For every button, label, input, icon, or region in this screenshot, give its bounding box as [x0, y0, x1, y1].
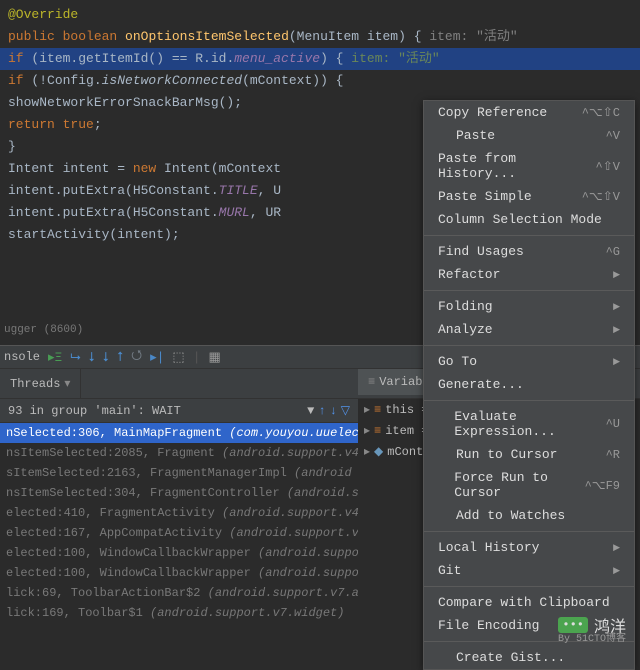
menu-item[interactable]: Generate...: [424, 373, 634, 396]
menu-icon: [438, 651, 452, 665]
step-over-icon[interactable]: ⮡: [70, 350, 80, 365]
console-tab[interactable]: nsole: [4, 350, 40, 364]
annotation: @Override: [8, 7, 78, 22]
menu-item[interactable]: Git▶: [424, 559, 634, 582]
resume-icon[interactable]: ▸Ξ: [48, 350, 62, 365]
up-icon[interactable]: ↑: [318, 404, 325, 418]
menu-item[interactable]: Run to Cursor^R: [424, 443, 634, 466]
menu-item[interactable]: Local History▶: [424, 536, 634, 559]
run-cursor-icon[interactable]: ▸|: [150, 350, 164, 365]
menu-item[interactable]: Force Run to Cursor^⌥F9: [424, 466, 634, 504]
threads-panel: 93 in group 'main': WAIT ▼ ↑ ↓ ▽ nSelect…: [0, 399, 358, 623]
calc-icon[interactable]: ▦: [209, 350, 221, 365]
menu-item[interactable]: Evaluate Expression...^U: [424, 405, 634, 443]
selected-line[interactable]: if (item.getItemId() == R.id.menu_active…: [0, 48, 640, 70]
watermark-sub: By 51CTO博客: [558, 629, 626, 645]
menu-icon: [438, 448, 452, 462]
step-into-icon[interactable]: ⭣: [89, 350, 95, 365]
debugger-status: ugger (8600): [4, 324, 83, 336]
menu-icon: [438, 129, 452, 143]
stack-frames[interactable]: nSelected:306, MainMapFragment (com.youy…: [0, 423, 358, 623]
stack-frame[interactable]: elected:100, WindowCallbackWrapper (andr…: [0, 563, 358, 583]
thread-header[interactable]: 93 in group 'main': WAIT ▼ ↑ ↓ ▽: [0, 399, 358, 423]
stack-frame[interactable]: elected:167, AppCompatActivity (android.…: [0, 523, 358, 543]
dropdown-icon[interactable]: ▼: [307, 404, 314, 418]
menu-item[interactable]: Copy Reference^⌥⇧C: [424, 101, 634, 124]
menu-item[interactable]: Create Gist...: [424, 646, 634, 669]
stack-frame[interactable]: elected:100, WindowCallbackWrapper (andr…: [0, 543, 358, 563]
step-out-icon[interactable]: ⭡: [117, 350, 123, 365]
stack-frame[interactable]: sItemSelected:2163, FragmentManagerImpl …: [0, 463, 358, 483]
menu-item[interactable]: Find Usages^G: [424, 240, 634, 263]
menu-item[interactable]: Add to Watches: [424, 504, 634, 527]
menu-item[interactable]: Paste from History...^⇧V: [424, 147, 634, 185]
stack-frame[interactable]: nsItemSelected:2085, Fragment (android.s…: [0, 443, 358, 463]
stack-frame[interactable]: lick:169, Toolbar$1 (android.support.v7.…: [0, 603, 358, 623]
menu-item[interactable]: Go To▶: [424, 350, 634, 373]
context-menu[interactable]: Copy Reference^⌥⇧CPaste^VPaste from Hist…: [423, 100, 635, 670]
down-icon[interactable]: ↓: [330, 404, 337, 418]
drop-frame-icon[interactable]: ⭯: [131, 346, 142, 368]
menu-item[interactable]: Refactor▶: [424, 263, 634, 286]
menu-item[interactable]: Paste^V: [424, 124, 634, 147]
stack-frame[interactable]: nSelected:306, MainMapFragment (com.youy…: [0, 423, 358, 443]
menu-icon: [438, 417, 450, 431]
menu-item[interactable]: Analyze▶: [424, 318, 634, 341]
menu-item[interactable]: Column Selection Mode: [424, 208, 634, 231]
menu-item[interactable]: Folding▶: [424, 295, 634, 318]
menu-item[interactable]: Paste Simple^⌥⇧V: [424, 185, 634, 208]
menu-item[interactable]: Compare with Clipboard: [424, 591, 634, 614]
evaluate-icon[interactable]: ⬚: [172, 350, 184, 365]
threads-tab[interactable]: Threads▾: [0, 369, 81, 398]
menu-icon: [438, 509, 452, 523]
force-step-icon[interactable]: ⭣: [103, 350, 109, 365]
stack-frame[interactable]: nsItemSelected:304, FragmentController (…: [0, 483, 358, 503]
stack-frame[interactable]: elected:410, FragmentActivity (android.s…: [0, 503, 358, 523]
stack-frame[interactable]: lick:69, ToolbarActionBar$2 (android.sup…: [0, 583, 358, 603]
menu-icon: [438, 478, 450, 492]
filter-icon[interactable]: ▽: [341, 403, 350, 418]
